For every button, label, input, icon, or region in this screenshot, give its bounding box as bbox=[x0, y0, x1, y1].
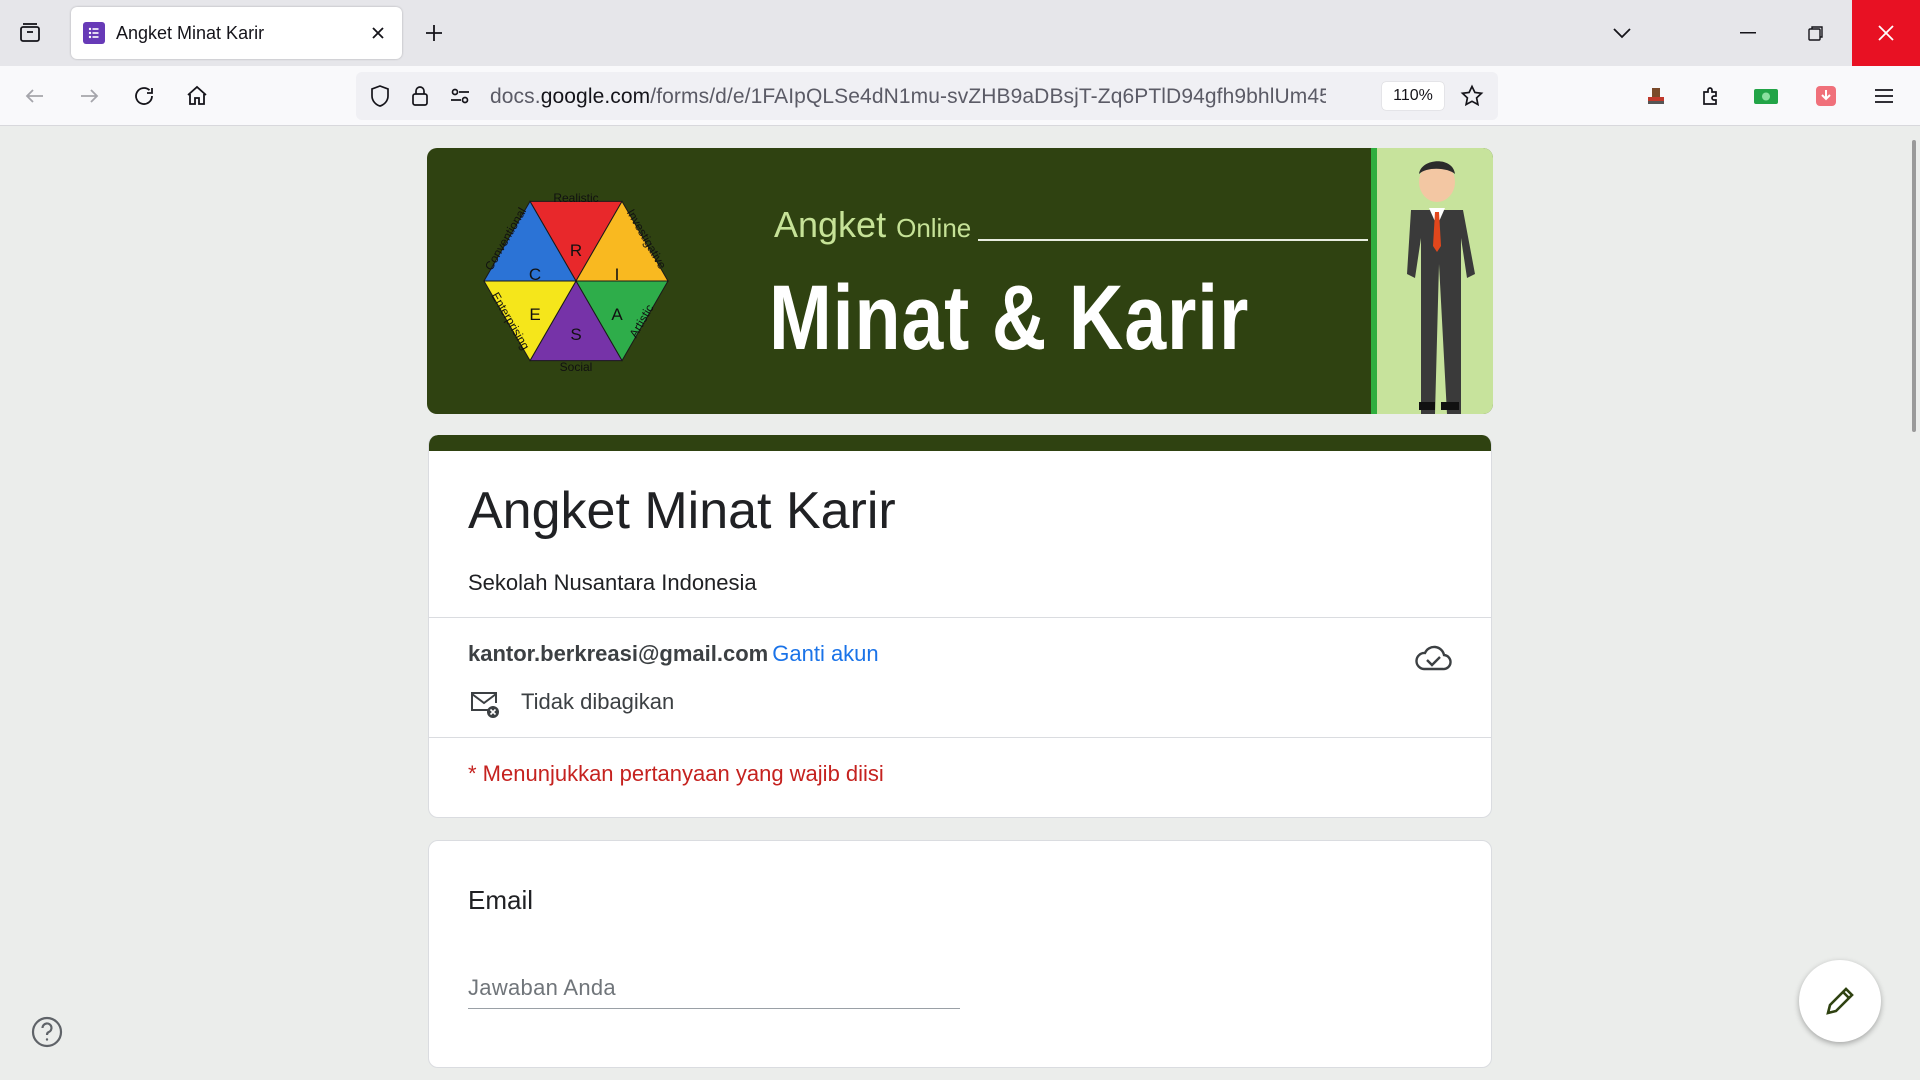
pencil-icon bbox=[1826, 987, 1854, 1015]
navigation-toolbar: docs.google.com/forms/d/e/1FAIpQLSe4dN1m… bbox=[0, 66, 1920, 126]
letter-i: I bbox=[615, 265, 620, 284]
forward-arrow-icon[interactable] bbox=[72, 79, 106, 113]
label-realistic: Realistic bbox=[553, 191, 598, 205]
help-icon[interactable] bbox=[30, 1015, 64, 1049]
not-shared-text: Tidak dibagikan bbox=[521, 689, 675, 714]
menu-hamburger-icon[interactable] bbox=[1868, 80, 1900, 112]
close-window-icon[interactable] bbox=[1852, 0, 1920, 66]
question-card: Email Jawaban Anda bbox=[428, 840, 1492, 1068]
banner-rule bbox=[978, 239, 1368, 241]
letter-r: R bbox=[570, 241, 582, 260]
restore-icon[interactable] bbox=[1782, 0, 1850, 66]
letter-e: E bbox=[529, 305, 540, 324]
extensions-puzzle-icon[interactable] bbox=[1695, 80, 1727, 112]
lock-icon[interactable] bbox=[408, 84, 432, 108]
extension-stamp-icon[interactable] bbox=[1640, 80, 1672, 112]
url-path: /forms/d/e/1FAIpQLSe4dN1mu-svZHB9aDBsjT-… bbox=[650, 85, 1326, 108]
new-tab-icon[interactable] bbox=[418, 17, 450, 49]
divider bbox=[429, 617, 1491, 618]
banner-angket: Angket bbox=[774, 204, 887, 245]
scrollbar-thumb[interactable] bbox=[1912, 140, 1916, 432]
shield-icon[interactable] bbox=[368, 84, 392, 108]
url-domain: google.com bbox=[540, 85, 651, 108]
close-tab-icon[interactable] bbox=[366, 21, 390, 45]
bookmark-star-icon[interactable] bbox=[1460, 84, 1484, 108]
account-line: kantor.berkreasi@gmail.com Ganti akun bbox=[468, 641, 879, 667]
home-icon[interactable] bbox=[180, 79, 214, 113]
banner-subtitle: Angket Online bbox=[774, 204, 971, 246]
mail-not-shared-icon bbox=[468, 687, 500, 719]
permissions-icon[interactable] bbox=[448, 84, 472, 108]
divider bbox=[429, 737, 1491, 738]
chevron-down-icon[interactable] bbox=[1606, 17, 1638, 49]
businessman-illustration bbox=[1377, 148, 1493, 414]
switch-account-link[interactable]: Ganti akun bbox=[772, 641, 878, 666]
reload-icon[interactable] bbox=[127, 79, 161, 113]
tab-active[interactable]: Angket Minat Karir bbox=[71, 7, 402, 59]
banner-title: Minat & Karir bbox=[769, 267, 1250, 369]
letter-a: A bbox=[611, 305, 623, 324]
form-header-card: Angket Minat Karir Sekolah Nusantara Ind… bbox=[428, 435, 1492, 818]
edit-pencil-button[interactable] bbox=[1799, 960, 1881, 1042]
question-label: Email bbox=[468, 885, 534, 915]
form-title: Angket Minat Karir bbox=[468, 482, 896, 540]
label-social: Social bbox=[560, 360, 593, 374]
google-forms-icon bbox=[83, 22, 105, 44]
extension-money-icon[interactable] bbox=[1750, 80, 1782, 112]
required-note: * Menunjukkan pertanyaan yang wajib diis… bbox=[468, 761, 884, 786]
account-email: kantor.berkreasi@gmail.com bbox=[468, 641, 769, 666]
letter-s: S bbox=[570, 325, 581, 344]
address-bar[interactable]: docs.google.com/forms/d/e/1FAIpQLSe4dN1m… bbox=[356, 72, 1498, 120]
zoom-level-button[interactable]: 110% bbox=[1382, 82, 1444, 110]
letter-c: C bbox=[529, 265, 541, 284]
banner-online: Online bbox=[896, 213, 972, 243]
firefox-view-icon[interactable] bbox=[14, 17, 46, 49]
riasec-hexagon-logo: R I A S E C Realistic Investigative Arti… bbox=[482, 191, 669, 374]
email-answer-input[interactable]: Jawaban Anda bbox=[468, 971, 960, 1009]
theme-color-bar bbox=[429, 435, 1491, 451]
tab-title: Angket Minat Karir bbox=[116, 22, 265, 43]
form-description: Sekolah Nusantara Indonesia bbox=[468, 570, 757, 595]
url-text[interactable]: docs.google.com/forms/d/e/1FAIpQLSe4dN1m… bbox=[490, 85, 1326, 109]
back-arrow-icon[interactable] bbox=[18, 79, 52, 113]
download-extension-icon[interactable] bbox=[1810, 80, 1842, 112]
tab-strip: Angket Minat Karir bbox=[0, 0, 1920, 66]
minimize-icon[interactable] bbox=[1714, 0, 1782, 66]
cloud-saved-icon bbox=[1413, 640, 1453, 676]
url-prefix: docs. bbox=[490, 85, 541, 108]
form-header-banner: R I A S E C Realistic Investigative Arti… bbox=[427, 148, 1493, 414]
